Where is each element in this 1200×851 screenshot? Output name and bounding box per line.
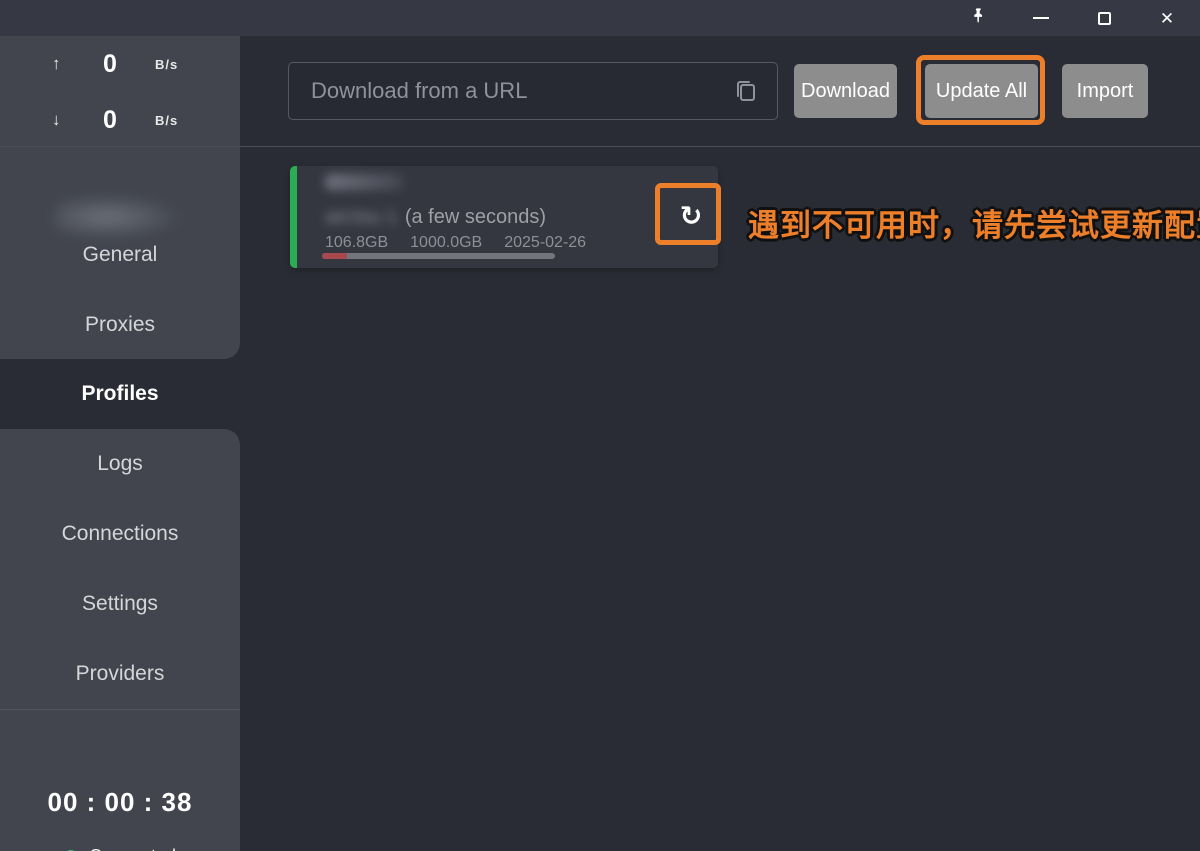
upload-speed-value: 0: [78, 50, 142, 79]
sidebar-item-logs[interactable]: Logs: [0, 429, 240, 499]
titlebar: ✕: [0, 0, 1200, 36]
status-label: Connected: [89, 846, 176, 851]
profile-expiry: 2025-02-26: [504, 234, 586, 252]
pin-button[interactable]: [955, 0, 1001, 36]
sidebar: ↑ 0 B/s ↓ 0 B/s General Proxies Profiles…: [0, 36, 240, 851]
profile-used: 106.8GB: [325, 234, 388, 252]
close-icon: ✕: [1160, 10, 1174, 27]
maximize-button[interactable]: [1081, 0, 1127, 36]
profile-card[interactable]: airclou 1 (a few seconds) 106.8GB 1000.0…: [290, 166, 718, 268]
import-button[interactable]: Import: [1062, 64, 1148, 118]
profile-total: 1000.0GB: [410, 234, 482, 252]
profile-stats: 106.8GB 1000.0GB 2025-02-26: [325, 234, 586, 252]
upload-arrow-icon: ↑: [52, 54, 61, 74]
upload-speed-unit: B/s: [155, 57, 178, 72]
refresh-icon: ↻: [680, 201, 703, 232]
download-arrow-icon: ↓: [52, 110, 61, 130]
download-speed: ↓ 0 B/s: [0, 105, 240, 135]
minimize-icon: [1033, 17, 1049, 19]
sidebar-footer-block: [0, 709, 240, 851]
profile-progress-fill: [322, 253, 347, 259]
sidebar-item-providers[interactable]: Providers: [0, 639, 240, 709]
copy-icon[interactable]: [732, 77, 760, 105]
sidebar-item-proxies[interactable]: Proxies: [0, 290, 240, 360]
download-speed-unit: B/s: [155, 113, 178, 128]
pin-icon: [970, 7, 987, 29]
sidebar-item-general[interactable]: General: [0, 220, 240, 290]
update-all-button[interactable]: Update All: [925, 64, 1038, 118]
redacted-profile-title: [325, 174, 403, 190]
download-speed-value: 0: [78, 106, 142, 135]
profile-updated-ago: (a few seconds): [405, 206, 546, 229]
sidebar-item-settings[interactable]: Settings: [0, 569, 240, 639]
sidebar-item-profiles[interactable]: Profiles: [0, 359, 240, 429]
download-button[interactable]: Download: [794, 64, 897, 118]
close-button[interactable]: ✕: [1144, 0, 1190, 36]
connection-status: Connected: [0, 846, 240, 851]
annotation-text: 遇到不可用时，请先尝试更新配置: [748, 200, 1200, 245]
toolbar-divider: [0, 146, 1200, 147]
minimize-button[interactable]: [1018, 0, 1064, 36]
upload-speed: ↑ 0 B/s: [0, 49, 240, 79]
refresh-profile-button[interactable]: ↻: [667, 192, 715, 240]
maximize-icon: [1098, 12, 1111, 25]
connection-timer: 00 : 00 : 38: [0, 787, 240, 818]
profile-progress-bar: [322, 253, 555, 259]
profile-name-row: airclou 1 (a few seconds): [325, 206, 546, 229]
redacted-profile-name: airclou 1: [325, 207, 397, 229]
url-input[interactable]: [288, 62, 778, 120]
sidebar-item-connections[interactable]: Connections: [0, 499, 240, 569]
